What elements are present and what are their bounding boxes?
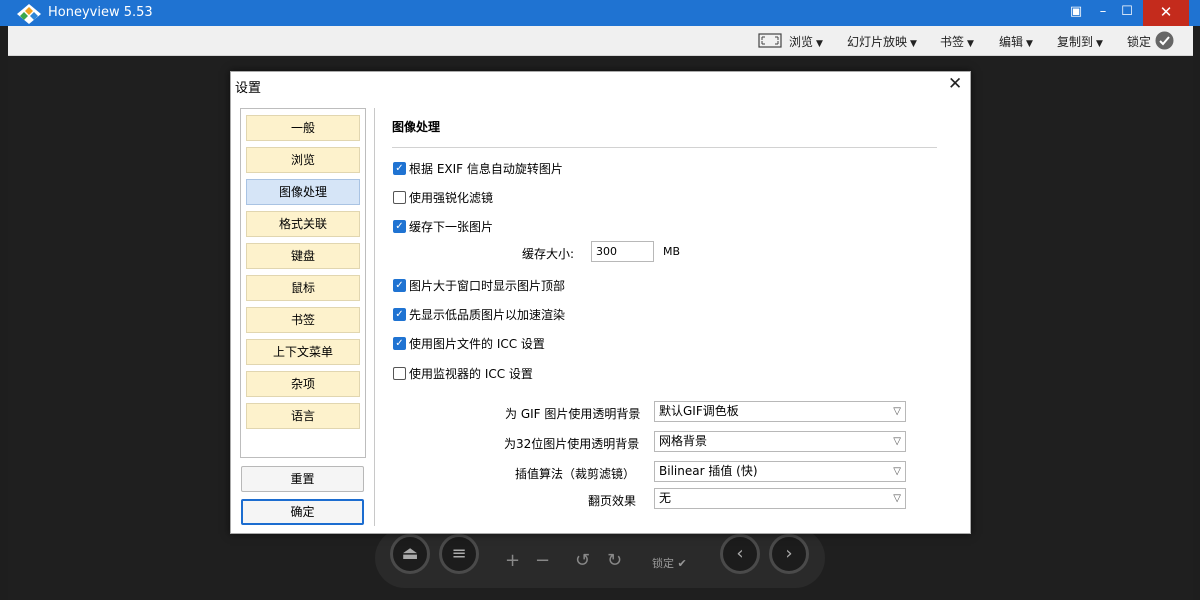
chevron-down-icon: ▼ (967, 39, 974, 49)
option-exif-autorotate[interactable]: ✓ 根据 EXIF 信息自动旋转图片 (393, 160, 563, 177)
close-icon[interactable]: ✕ (948, 74, 962, 94)
section-title: 图像处理 (392, 120, 441, 134)
divider (392, 147, 937, 148)
chevron-down-icon: ▼ (816, 39, 823, 49)
settings-nav: 一般 浏览 图像处理 格式关联 键盘 鼠标 书签 上下文菜单 杂项 语言 (240, 108, 366, 458)
nav-item-misc[interactable]: 杂项 (246, 371, 360, 397)
bottom-control-bar: ⏏ ≡ + − ↺ ↻ 锁定 ✔ ‹ › (375, 528, 825, 588)
checkbox-checked[interactable]: ✓ (393, 279, 406, 292)
chevron-down-icon: ▼ (1096, 39, 1103, 49)
toolbar-slideshow[interactable]: 幻灯片放映 ▼ (847, 33, 917, 50)
close-window-button[interactable]: ✕ (1143, 0, 1189, 26)
checkbox-checked[interactable]: ✓ (393, 308, 406, 321)
nav-item-file-association[interactable]: 格式关联 (246, 211, 360, 237)
ok-button[interactable]: 确定 (241, 499, 364, 525)
fullscreen-icon[interactable]: ▣ (1062, 0, 1090, 26)
nav-item-language[interactable]: 语言 (246, 403, 360, 429)
gif-bg-label: 为 GIF 图片使用透明背景 (505, 407, 641, 421)
toolbar-copy-to[interactable]: 复制到 ▼ (1057, 33, 1103, 50)
check-circle-icon (1155, 31, 1174, 50)
page-effect-select[interactable]: 无 ▽ (654, 488, 906, 509)
checkbox-unchecked[interactable] (393, 367, 406, 380)
interpolation-select[interactable]: Bilinear 插值 (快) ▽ (654, 461, 906, 482)
option-file-icc[interactable]: ✓ 使用图片文件的 ICC 设置 (393, 335, 545, 352)
menu-icon[interactable]: ≡ (439, 534, 479, 574)
chevron-down-icon: ▼ (910, 39, 917, 49)
chevron-down-icon: ▽ (893, 436, 901, 447)
nav-item-context-menu[interactable]: 上下文菜单 (246, 339, 360, 365)
browse-view-icon (758, 33, 782, 48)
rotate-right-icon[interactable]: ↻ (607, 550, 622, 571)
chevron-down-icon: ▼ (1026, 39, 1033, 49)
toolbar-browse[interactable]: 浏览 ▼ (789, 33, 823, 50)
chevron-down-icon: ▽ (893, 406, 901, 417)
alpha-bg-label: 为32位图片使用透明背景 (504, 437, 640, 451)
nav-item-bookmarks[interactable]: 书签 (246, 307, 360, 333)
toolbar-bookmarks[interactable]: 书签 ▼ (940, 33, 974, 50)
title-bar: Honeyview 5.53 ▣ – ☐ ✕ (0, 0, 1200, 26)
eject-icon[interactable]: ⏏ (390, 534, 430, 574)
check-circle-icon: ✔ (677, 557, 687, 570)
checkbox-checked[interactable]: ✓ (393, 162, 406, 175)
zoom-out-icon[interactable]: − (535, 550, 550, 571)
nav-item-browse[interactable]: 浏览 (246, 147, 360, 173)
previous-icon[interactable]: ‹ (720, 534, 760, 574)
toolbar-lock[interactable]: 锁定 (1127, 33, 1151, 50)
chevron-down-icon: ▽ (893, 493, 901, 504)
checkbox-checked[interactable]: ✓ (393, 337, 406, 350)
chevron-down-icon: ▽ (893, 466, 901, 477)
app-title: Honeyview 5.53 (48, 5, 153, 20)
toolbar-edit[interactable]: 编辑 ▼ (999, 33, 1033, 50)
bottom-lock[interactable]: 锁定 ✔ (652, 555, 687, 571)
reset-button[interactable]: 重置 (241, 466, 364, 492)
checkbox-unchecked[interactable] (393, 191, 406, 204)
divider (374, 108, 375, 526)
dialog-title: 设置 (235, 81, 262, 96)
interpolation-label: 插值算法（裁剪滤镜） (515, 467, 636, 481)
zoom-in-icon[interactable]: + (505, 550, 520, 571)
checkbox-checked[interactable]: ✓ (393, 220, 406, 233)
option-low-quality-first[interactable]: ✓ 先显示低品质图片以加速渲染 (393, 306, 565, 323)
maximize-button[interactable]: ☐ (1113, 0, 1141, 26)
honeyview-logo-icon (17, 4, 41, 24)
main-toolbar: 浏览 ▼ 幻灯片放映 ▼ 书签 ▼ 编辑 ▼ 复制到 ▼ 锁定 (8, 26, 1193, 56)
settings-dialog: 设置 ✕ 一般 浏览 图像处理 格式关联 键盘 鼠标 书签 上下文菜单 杂项 语… (230, 71, 971, 534)
cache-size-input[interactable]: 300 (591, 241, 654, 262)
nav-item-keyboard[interactable]: 键盘 (246, 243, 360, 269)
option-monitor-icc[interactable]: 使用监视器的 ICC 设置 (393, 365, 533, 382)
option-strong-sharpen[interactable]: 使用强锐化滤镜 (393, 189, 493, 206)
cache-size-label: 缓存大小: (522, 247, 575, 261)
page-effect-label: 翻页效果 (588, 494, 637, 508)
alpha-bg-select[interactable]: 网格背景 ▽ (654, 431, 906, 452)
rotate-left-icon[interactable]: ↺ (575, 550, 590, 571)
option-cache-next[interactable]: ✓ 缓存下一张图片 (393, 218, 493, 235)
gif-bg-select[interactable]: 默认GIF调色板 ▽ (654, 401, 906, 422)
cache-size-unit: MB (663, 245, 681, 258)
nav-item-mouse[interactable]: 鼠标 (246, 275, 360, 301)
nav-item-image-processing[interactable]: 图像处理 (246, 179, 360, 205)
next-icon[interactable]: › (769, 534, 809, 574)
option-show-top[interactable]: ✓ 图片大于窗口时显示图片顶部 (393, 277, 565, 294)
nav-item-general[interactable]: 一般 (246, 115, 360, 141)
